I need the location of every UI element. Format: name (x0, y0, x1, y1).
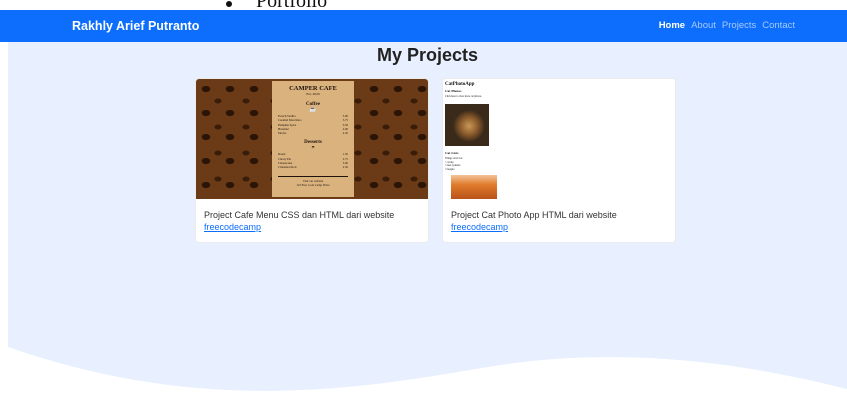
menu-footer: Visit our website 123 Free Code Camp Dri… (278, 175, 348, 187)
project-description: Project Cat Photo App HTML dari website (451, 210, 617, 220)
nav-link-contact[interactable]: Contact (762, 20, 795, 31)
cat-lists-heading: Cat Lists (445, 151, 459, 155)
navbar: Rakhly Arief Putranto Home About Project… (0, 10, 847, 42)
menu-subtitle: Est. 2020 (306, 92, 320, 96)
projects-section: My Projects CAMPER CAFE Est. 2020 Coffee… (8, 42, 847, 419)
navbar-brand[interactable]: Rakhly Arief Putranto (72, 19, 199, 33)
nav-link-home[interactable]: Home (659, 20, 685, 31)
cafe-menu-thumbnail[interactable]: CAMPER CAFE Est. 2020 Coffee ☕ French Va… (196, 79, 428, 199)
project-card: CatPhotoApp Cat Photos Click here to vie… (442, 78, 676, 243)
project-card: CAMPER CAFE Est. 2020 Coffee ☕ French Va… (195, 78, 429, 243)
cat-photo-image (445, 104, 489, 146)
freecodecamp-link[interactable]: freecodecamp (451, 222, 508, 232)
page-title: My Projects (376, 45, 479, 65)
menu-item: Mocha 4.50 (278, 131, 348, 136)
lasagna-image (451, 175, 497, 199)
cafe-menu-preview: CAMPER CAFE Est. 2020 Coffee ☕ French Va… (272, 81, 354, 197)
menu-item: Cinnamon Roll 2.50 (278, 165, 348, 170)
cat-photos-text: Click here to view more cat photos. (445, 95, 482, 98)
previous-page-fragment: Portfolio (0, 0, 847, 10)
nav-link-projects[interactable]: Projects (722, 20, 756, 31)
cat-list: Things cats love: • cat nip • laser poin… (445, 157, 463, 171)
pie-icon: ◓ (311, 145, 315, 152)
freecodecamp-link[interactable]: freecodecamp (204, 222, 261, 232)
nav-links: Home About Projects Contact (659, 20, 795, 31)
project-description: Project Cafe Menu CSS dan HTML dari webs… (204, 210, 395, 220)
nav-link-about[interactable]: About (691, 20, 716, 31)
coffee-cup-icon: ☕ (309, 107, 317, 113)
cat-photos-heading: Cat Photos (445, 89, 462, 93)
card-body: Project Cafe Menu CSS dan HTML dari webs… (196, 199, 428, 233)
menu-title: CAMPER CAFE (289, 85, 337, 92)
cat-photo-app-thumbnail[interactable]: CatPhotoApp Cat Photos Click here to vie… (443, 79, 675, 199)
wave-decoration (8, 347, 847, 419)
cat-photo-app-preview: CatPhotoApp Cat Photos Click here to vie… (443, 79, 675, 199)
cat-app-title: CatPhotoApp (445, 82, 475, 87)
bullet-icon (226, 1, 232, 7)
fragment-text: Portfolio (256, 0, 327, 10)
card-body: Project Cat Photo App HTML dari website … (443, 199, 675, 233)
